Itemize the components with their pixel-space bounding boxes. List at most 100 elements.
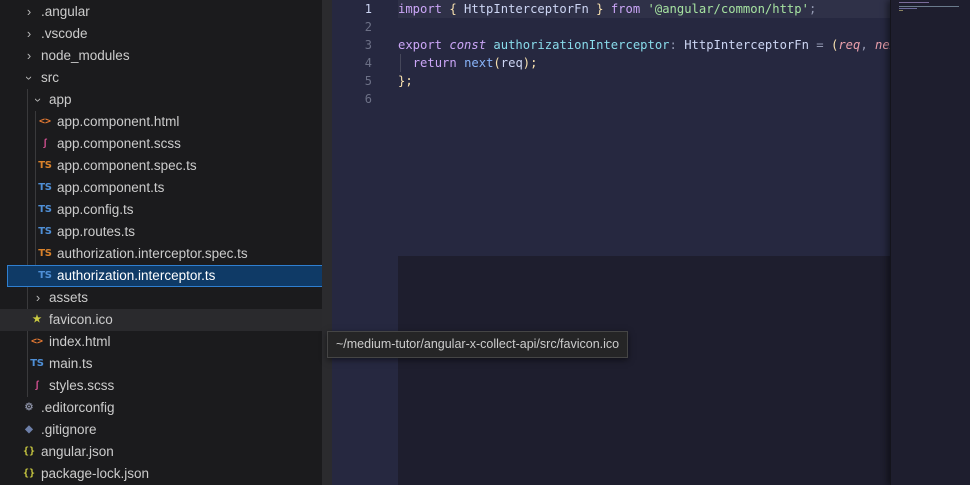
code-token: HttpInterceptorFn — [684, 38, 809, 52]
tree-item-angular-json[interactable]: {} angular.json — [0, 441, 332, 463]
code-token: from — [610, 2, 641, 16]
code-token: authorizationInterceptor — [493, 38, 670, 52]
tree-item-app-config-ts[interactable]: TS app.config.ts — [0, 199, 332, 221]
tree-item-label: app.component.spec.ts — [57, 158, 197, 173]
ts-file-icon: TS — [38, 270, 52, 281]
code-token: = — [808, 38, 831, 52]
tree-item-authorization-interceptor-ts[interactable]: TS authorization.interceptor.ts — [7, 265, 338, 287]
chevron-right-icon: › — [26, 48, 32, 63]
line-number: 5 — [364, 74, 372, 88]
code-token: return — [412, 56, 457, 70]
tree-item-src[interactable]: › src — [0, 67, 332, 89]
code-token: { — [442, 2, 465, 16]
tree-item-label: app.component.scss — [57, 136, 181, 151]
line-number: 4 — [364, 56, 372, 70]
ts-spec-file-icon: TS — [38, 248, 52, 259]
tree-item-label: .editorconfig — [41, 400, 115, 415]
tree-item-assets[interactable]: › assets — [0, 287, 332, 309]
line-number: 3 — [364, 38, 372, 52]
tree-item-app[interactable]: › app — [0, 89, 332, 111]
ts-spec-file-icon: TS — [38, 160, 52, 171]
minimap-line — [899, 2, 929, 3]
editor-gutter-bg — [332, 256, 398, 485]
code-line-4: return next(req); — [398, 54, 538, 72]
json-file-icon: {} — [22, 468, 36, 479]
tree-item-app-component-scss[interactable]: ʃ app.component.scss — [0, 133, 332, 155]
scss-file-icon: ʃ — [35, 380, 39, 391]
code-line-3: export const authorizationInterceptor: H… — [398, 36, 904, 54]
code-token: const — [449, 38, 487, 52]
tree-item-index-html[interactable]: <> index.html — [0, 331, 332, 353]
chevron-right-icon: › — [26, 4, 32, 19]
json-file-icon: {} — [22, 446, 36, 457]
gear-file-icon: ⚙ — [24, 402, 34, 413]
html-file-icon: <> — [38, 116, 52, 127]
tree-item-vscode[interactable]: › .vscode — [0, 23, 332, 45]
code-token: export — [398, 38, 443, 52]
indent-guide — [400, 54, 401, 72]
path-tooltip: ~/medium-tutor/angular-x-collect-api/src… — [327, 331, 629, 358]
minimap-line — [899, 10, 903, 11]
tree-item-label: node_modules — [41, 48, 130, 63]
tree-item-app-component-html[interactable]: <> app.component.html — [0, 111, 332, 133]
tree-item-main-ts[interactable]: TS main.ts — [0, 353, 332, 375]
tree-item-label: .angular — [41, 4, 90, 19]
tree-item-label: styles.scss — [49, 378, 115, 393]
tree-item-label: .vscode — [41, 26, 88, 41]
ts-file-icon: TS — [38, 204, 52, 215]
tree-item-app-component-ts[interactable]: TS app.component.ts — [0, 177, 332, 199]
ts-file-icon: TS — [38, 182, 52, 193]
minimap[interactable] — [890, 0, 970, 485]
chevron-down-icon: › — [22, 75, 37, 81]
tree-item-label: app.config.ts — [57, 202, 134, 217]
tree-item-angular[interactable]: › .angular — [0, 1, 332, 23]
code-token: req — [838, 38, 861, 52]
code-token: import — [398, 2, 443, 16]
code-token: req — [500, 56, 523, 70]
code-token: , — [860, 38, 876, 52]
line-number: 1 — [364, 2, 372, 16]
tree-item-app-routes-ts[interactable]: TS app.routes.ts — [0, 221, 332, 243]
tree-item-label: src — [41, 70, 59, 85]
minimap-line — [899, 6, 959, 7]
line-number: 2 — [364, 20, 372, 34]
chevron-right-icon: › — [35, 290, 41, 305]
html-file-icon: <> — [30, 336, 44, 347]
code-token: ( — [493, 56, 501, 70]
tree-item-label: angular.json — [41, 444, 114, 459]
tree-item-label: package-lock.json — [41, 466, 150, 481]
chevron-down-icon: › — [31, 97, 46, 103]
code-token: '@angular/common/http' — [647, 2, 809, 16]
chevron-right-icon: › — [26, 26, 32, 41]
line-number: 6 — [364, 92, 372, 106]
code-token: : — [669, 38, 685, 52]
code-token: HttpInterceptorFn — [464, 2, 589, 16]
scss-file-icon: ʃ — [43, 138, 47, 149]
tree-item-styles-scss[interactable]: ʃ styles.scss — [0, 375, 332, 397]
star-file-icon: ★ — [32, 314, 42, 325]
tree-item-gitignore[interactable]: ◆ .gitignore — [0, 419, 332, 441]
tree-item-label: main.ts — [49, 356, 93, 371]
tree-item-label: index.html — [49, 334, 111, 349]
tree-item-editorconfig[interactable]: ⚙ .editorconfig — [0, 397, 332, 419]
ts-file-icon: TS — [38, 226, 52, 237]
code-token: }; — [398, 74, 413, 88]
tree-item-favicon-ico[interactable]: ★ favicon.ico — [0, 309, 322, 331]
tree-item-node-modules[interactable]: › node_modules — [0, 45, 332, 67]
code-line-1: import { HttpInterceptorFn } from '@angu… — [398, 0, 816, 18]
tree-item-label: assets — [49, 290, 89, 305]
code-token: ); — [522, 56, 538, 70]
tree-item-label: app.component.ts — [57, 180, 165, 195]
code-editor[interactable]: 1 2 3 4 5 6 import { HttpInterceptorFn }… — [332, 0, 904, 485]
tree-item-label: favicon.ico — [49, 312, 113, 327]
tree-item-app-component-spec-ts[interactable]: TS app.component.spec.ts — [0, 155, 332, 177]
git-file-icon: ◆ — [25, 424, 33, 435]
tree-item-authorization-interceptor-spec-ts[interactable]: TS authorization.interceptor.spec.ts — [0, 243, 332, 265]
code-line-5: }; — [398, 72, 413, 90]
tree-item-label: .gitignore — [41, 422, 97, 437]
tree-item-label: authorization.interceptor.spec.ts — [57, 246, 248, 261]
tree-item-package-lock-json[interactable]: {} package-lock.json — [0, 463, 332, 485]
code-token: } — [588, 2, 611, 16]
